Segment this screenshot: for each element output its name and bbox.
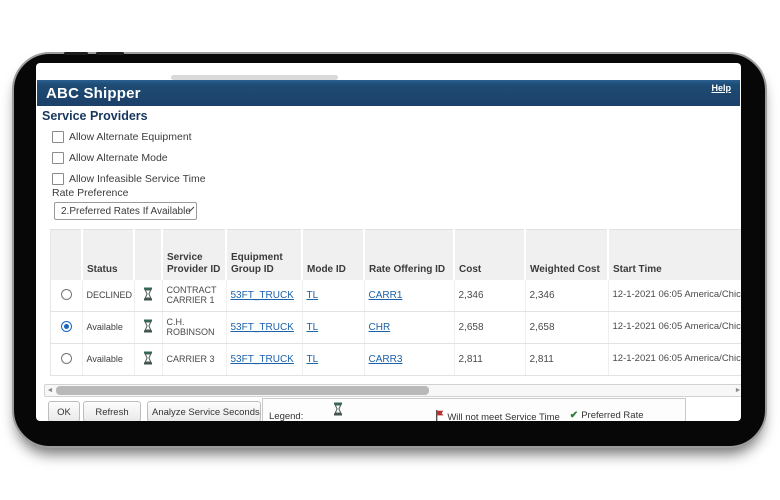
provider-cell: C.H. ROBINSON: [162, 312, 226, 344]
flag-red-icon: [435, 410, 444, 421]
help-link[interactable]: Help: [711, 83, 731, 93]
checkbox-allow-infeasible-service-time[interactable]: [52, 173, 64, 185]
legend-text: Preferred Rate: [581, 410, 643, 421]
legend-label: Legend:: [269, 411, 303, 421]
scroll-left-arrow-icon[interactable]: ◄: [45, 385, 55, 396]
col-weighted-cost: Weighted Cost: [525, 230, 608, 281]
checkbox-allow-alternate-mode[interactable]: [52, 152, 64, 164]
refresh-button[interactable]: Refresh: [83, 401, 141, 421]
col-status: Status: [82, 230, 134, 281]
scroll-right-arrow-icon[interactable]: ►: [733, 385, 741, 396]
checkbox-row-alternate-mode: Allow Alternate Mode: [52, 152, 168, 164]
tablet-screen: ABC Shipper Help Service Providers Allow…: [36, 63, 741, 421]
col-equipment-group-id: Equipment Group ID: [226, 230, 302, 281]
mode-link[interactable]: TL: [307, 322, 319, 333]
rate-offering-link[interactable]: CHR: [369, 322, 391, 333]
horizontal-scrollbar[interactable]: ◄ ►: [44, 384, 741, 397]
checkbox-row-alternate-equipment: Allow Alternate Equipment: [52, 131, 192, 143]
table-row: Available CARRIER 3 53FT_TRUCK TL CARR3 …: [51, 344, 742, 376]
page-title: Service Providers: [42, 109, 148, 123]
footer-bar: OK Refresh Analyze Service Seconds Legen…: [36, 401, 741, 421]
bezel-antenna-line: [64, 52, 88, 55]
checkbox-allow-alternate-equipment[interactable]: [52, 131, 64, 143]
col-cost: Cost: [454, 230, 525, 281]
hourglass-tender-icon: [143, 319, 153, 336]
rate-preference-value: 2.Preferred Rates If Available: [61, 206, 191, 217]
status-cell: DECLINED: [82, 280, 134, 312]
table-row: DECLINED CONTRACT CARRIER 1 53FT_TRUCK T…: [51, 280, 742, 312]
col-mode-id: Mode ID: [302, 230, 364, 281]
weighted-cost-cell: 2,346: [525, 280, 608, 312]
equipment-group-link[interactable]: 53FT_TRUCK: [231, 354, 294, 365]
col-rate-offering-id: Rate Offering ID: [364, 230, 454, 281]
hourglass-tender-icon: [143, 351, 153, 368]
start-time-cell: 12-1-2021 06:05 America/Chicago: [608, 312, 741, 344]
mode-link[interactable]: TL: [307, 290, 319, 301]
col-service-provider-id: Service Provider ID: [162, 230, 226, 281]
rate-offering-link[interactable]: CARR1: [369, 290, 403, 301]
row-select-radio[interactable]: [61, 289, 72, 300]
app-content: ABC Shipper Help Service Providers Allow…: [36, 63, 741, 421]
cost-cell: 2,658: [454, 312, 525, 344]
legend-box: Legend: Will not meet Service Time ✔ Pre…: [262, 398, 686, 421]
mode-link[interactable]: TL: [307, 354, 319, 365]
col-select: [51, 230, 83, 281]
checkbox-label: Allow Infeasible Service Time: [69, 173, 206, 185]
col-start-time: Start Time: [608, 230, 741, 281]
equipment-group-link[interactable]: 53FT_TRUCK: [231, 322, 294, 333]
rate-offering-link[interactable]: CARR3: [369, 354, 403, 365]
row-select-radio[interactable]: [61, 321, 72, 332]
legend-text: Will not meet Service Time: [447, 412, 559, 422]
hourglass-legend-icon: [333, 402, 343, 419]
weighted-cost-cell: 2,658: [525, 312, 608, 344]
row-select-radio[interactable]: [61, 353, 72, 364]
bezel-antenna-line: [96, 52, 124, 55]
ok-button[interactable]: OK: [48, 401, 80, 421]
check-icon: ✔: [570, 410, 578, 421]
checkbox-row-infeasible-service-time: Allow Infeasible Service Time: [52, 173, 206, 185]
cost-cell: 2,346: [454, 280, 525, 312]
checkbox-label: Allow Alternate Equipment: [69, 131, 192, 143]
status-cell: Available: [82, 312, 134, 344]
col-indicator: [134, 230, 162, 281]
provider-cell: CARRIER 3: [162, 344, 226, 376]
legend-item-preferred-rate: ✔ Preferred Rate: [570, 410, 644, 421]
table-header-row: Status Service Provider ID Equipment Gro…: [51, 230, 742, 281]
equipment-group-link[interactable]: 53FT_TRUCK: [231, 290, 294, 301]
tablet-frame: ABC Shipper Help Service Providers Allow…: [12, 52, 767, 448]
rate-preference-select[interactable]: 2.Preferred Rates If Available: [54, 202, 197, 220]
app-title: ABC Shipper: [46, 85, 141, 102]
scrollbar-thumb[interactable]: [56, 386, 429, 395]
start-time-cell: 12-1-2021 06:05 America/Chicago: [608, 344, 741, 376]
app-header: ABC Shipper Help: [37, 80, 740, 106]
checkbox-label: Allow Alternate Mode: [69, 152, 168, 164]
cost-cell: 2,811: [454, 344, 525, 376]
analyze-service-button[interactable]: Analyze Service Seconds: [147, 401, 261, 421]
service-providers-table: Status Service Provider ID Equipment Gro…: [50, 229, 741, 376]
hourglass-tender-icon: [143, 287, 153, 304]
legend-item-service-time: Will not meet Service Time: [435, 410, 559, 421]
start-time-cell: 12-1-2021 06:05 America/Chicago: [608, 280, 741, 312]
provider-cell: CONTRACT CARRIER 1: [162, 280, 226, 312]
scrollbar-track[interactable]: [55, 386, 733, 395]
weighted-cost-cell: 2,811: [525, 344, 608, 376]
status-cell: Available: [82, 344, 134, 376]
table-row: Available C.H. ROBINSON 53FT_TRUCK TL CH…: [51, 312, 742, 344]
rate-preference-label: Rate Preference: [52, 187, 128, 199]
